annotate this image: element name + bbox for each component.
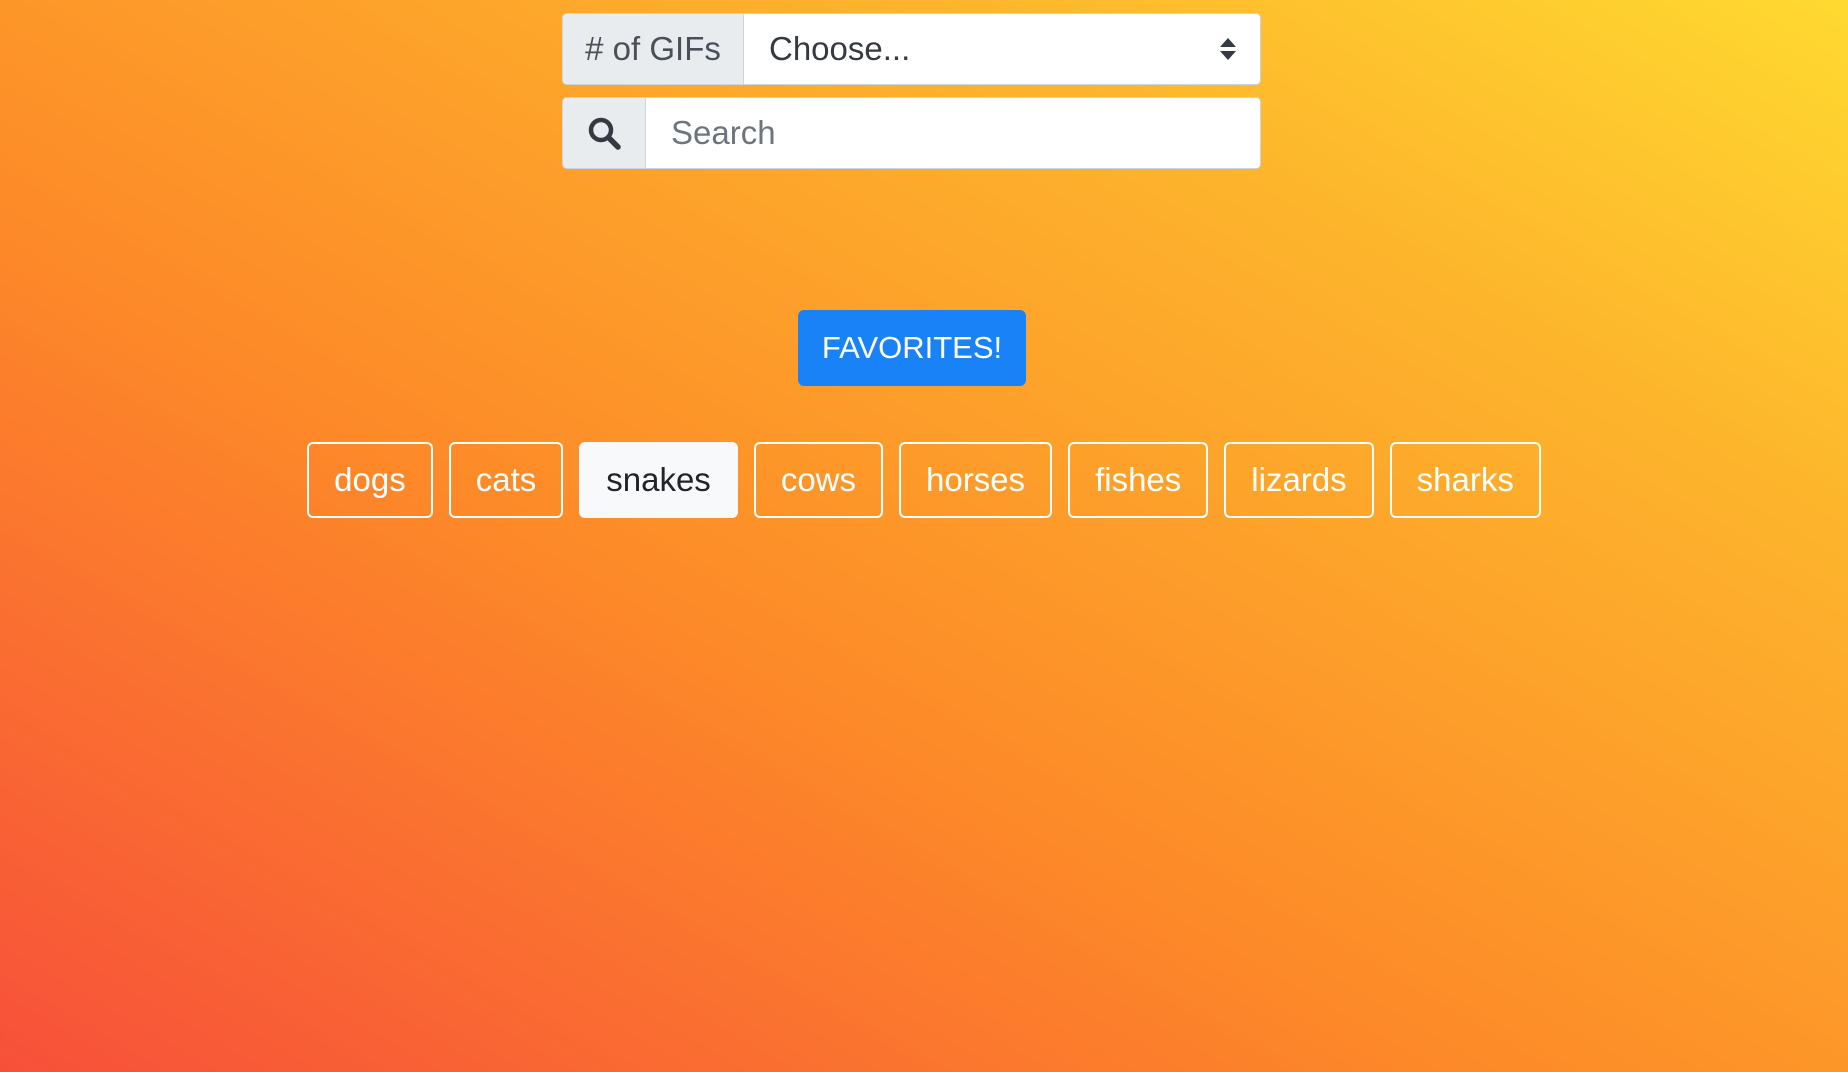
search-input[interactable] (646, 98, 1260, 168)
select-arrows-icon (1220, 38, 1236, 60)
tag-button-sharks[interactable]: sharks (1389, 442, 1541, 518)
search-group (562, 97, 1261, 169)
gif-count-select-value: Choose... (769, 30, 911, 67)
favorites-button[interactable]: FAVORITES! (798, 310, 1026, 386)
tag-button-fishes[interactable]: fishes (1068, 442, 1209, 518)
tag-button-horses[interactable]: horses (899, 442, 1053, 518)
tag-button-lizards[interactable]: lizards (1224, 442, 1374, 518)
tag-button-cows[interactable]: cows (753, 442, 883, 518)
gif-count-group: # of GIFs Choose... (562, 13, 1261, 85)
search-icon (563, 98, 646, 168)
tag-button-cats[interactable]: cats (448, 442, 564, 518)
tag-buttons: dogs cats snakes cows horses fishes liza… (0, 442, 1848, 518)
tag-button-snakes[interactable]: snakes (579, 442, 738, 518)
tag-button-dogs[interactable]: dogs (307, 442, 433, 518)
gif-count-select[interactable]: Choose... (744, 14, 1260, 84)
search-controls: # of GIFs Choose... (562, 13, 1261, 169)
gif-count-label: # of GIFs (563, 14, 744, 84)
